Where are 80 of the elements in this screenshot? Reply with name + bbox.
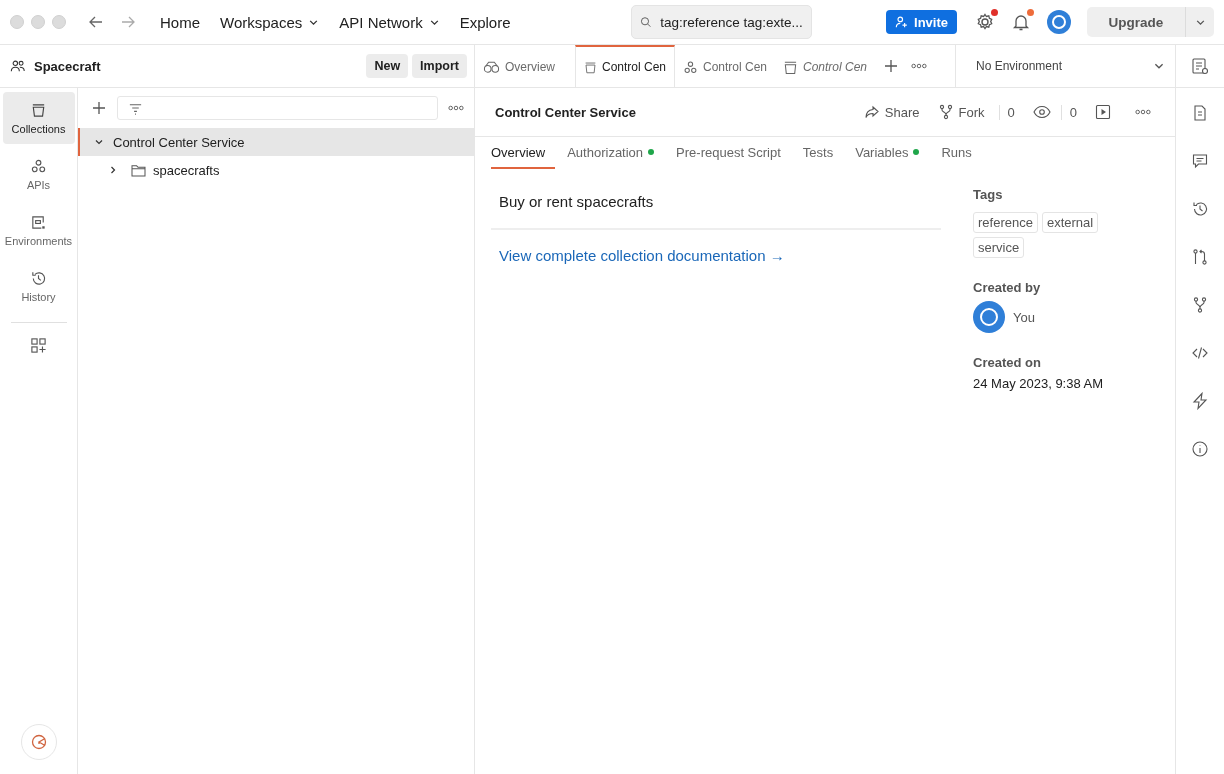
user-avatar[interactable] [1047,10,1071,34]
settings-icon[interactable] [975,12,995,32]
fork-button[interactable]: Fork [933,104,989,120]
nav-menu-item[interactable]: API Network [333,9,446,35]
environment-icon [30,213,47,231]
sidebar-item[interactable]: APIs [2,148,75,200]
circles-icon [30,157,47,175]
chevron-icon [94,137,104,147]
invite-button[interactable]: Invite [886,10,957,34]
collection-tab[interactable]: Overview [491,137,556,169]
workspace-name: Spacecraft [34,58,101,74]
editor-tab[interactable]: Overview [475,45,575,87]
created-by-label: Created by [973,280,1041,295]
add-person-icon [895,15,910,29]
new-tab-icon[interactable] [883,58,899,74]
more-options-icon[interactable] [911,63,927,69]
fork-icon [937,104,954,120]
collection-tab[interactable]: Authorization [567,137,665,169]
search-field[interactable]: tag:reference tag:exte... [630,5,812,39]
more-options-icon[interactable] [1135,109,1151,115]
add-workbench-icon[interactable] [30,337,47,354]
share-arrow-icon [863,104,880,120]
nav-menu-item[interactable]: Workspaces [214,9,326,35]
sidebar-item[interactable]: Collections [2,92,75,144]
pull-request-icon[interactable] [1191,248,1209,266]
lightning-icon[interactable] [1191,392,1209,410]
environment-dropdown[interactable]: No Environment [956,45,1175,87]
bucket-icon [30,101,47,119]
documentation-link[interactable]: View complete collection documentation → [491,230,941,281]
comment-icon[interactable] [1191,152,1209,170]
creator-name: You [1013,309,1035,325]
filter-field[interactable] [117,96,438,120]
back-arrow-icon[interactable] [88,14,104,30]
info-icon[interactable] [1191,440,1209,458]
folder-icon [131,163,146,177]
collection-title: Control Center Service [495,104,636,120]
editor-tab[interactable]: Control Cen [575,45,675,87]
bucket-icon [783,59,798,75]
user-avatar [973,301,1005,333]
document-icon[interactable] [1191,104,1209,122]
editor-tab[interactable]: Control Cen [675,45,775,87]
sidebar-item[interactable]: Environments [2,204,75,256]
workspace-action-button[interactable]: New [366,54,409,78]
pie-chart-icon [29,733,48,751]
folder-tree-item[interactable]: spacecrafts [78,156,474,184]
fork-count: 0 [998,104,1015,120]
team-icon [10,58,26,74]
editor-tab[interactable]: Control Cen [775,45,875,87]
chevron-icon [108,165,118,175]
created-on-date: 24 May 2023, 9:38 AM [973,376,1104,391]
workspace-action-button[interactable]: Import [412,54,467,78]
collection-description: Buy or rent spacecrafts [491,187,941,230]
run-icon[interactable] [1095,104,1111,120]
environment-quick-look-icon[interactable] [1191,57,1209,75]
collection-tab[interactable]: Tests [802,137,844,169]
watch-count: 0 [1060,104,1077,120]
add-icon[interactable] [91,100,107,116]
tag-chip[interactable]: service [973,237,1025,258]
bootcamp-button[interactable] [20,724,57,760]
nav-menu-item[interactable]: Home [154,9,206,35]
collection-tab[interactable]: Variables [855,137,930,169]
history-icon[interactable] [1191,200,1209,218]
tag-chip[interactable]: external [1041,212,1099,233]
share-button[interactable]: Share [859,104,924,120]
tags-label: Tags [973,187,1003,202]
tag-chip[interactable]: reference [973,212,1038,233]
fork-icon[interactable] [1191,296,1209,314]
bucket-icon [584,59,597,75]
collection-tab[interactable]: Pre-request Script [676,137,791,169]
binoculars-icon [483,60,500,74]
collection-tab[interactable]: Runs [941,137,982,169]
sidebar-item[interactable]: History [2,260,75,312]
notifications-icon[interactable] [1011,12,1031,32]
history-icon [30,269,47,287]
circles-icon [683,59,698,75]
created-on-label: Created on [973,355,1041,370]
nav-menu-item[interactable]: Explore [453,9,517,35]
watch-eye-icon[interactable] [1032,105,1051,119]
collection-tree-item[interactable]: Control Center Service [78,128,474,156]
more-options-icon[interactable] [448,105,464,111]
